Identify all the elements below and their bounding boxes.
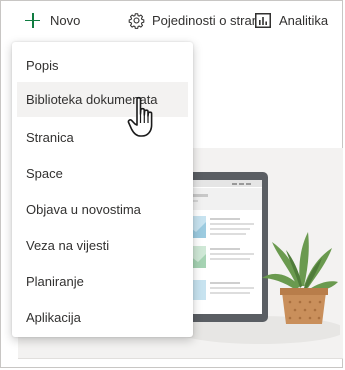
plus-icon — [25, 12, 40, 28]
menu-item-page[interactable]: Stranica — [17, 120, 188, 155]
menu-item-news-post[interactable]: Objava u novostima — [17, 192, 188, 227]
menu-item-label: Planiranje — [26, 274, 84, 289]
analytics-button[interactable]: Analitika — [255, 9, 328, 31]
menu-item-label: Stranica — [26, 130, 74, 145]
menu-item-app[interactable]: Aplikacija — [17, 300, 188, 335]
menu-item-label: Space — [26, 166, 63, 181]
menu-item-label: Aplikacija — [26, 310, 81, 325]
menu-item-label: Objava u novostima — [26, 202, 141, 217]
new-button-label: Novo — [50, 12, 81, 28]
menu-item-news-link[interactable]: Veza na vijesti — [17, 228, 188, 263]
menu-item-label: Veza na vijesti — [26, 238, 110, 253]
content-divider — [18, 358, 343, 359]
menu-item-list[interactable]: Popis — [17, 48, 188, 83]
menu-item-label: Popis — [26, 58, 59, 73]
new-button[interactable]: Novo — [25, 9, 80, 31]
menu-item-planner[interactable]: Planiranje — [17, 264, 188, 299]
command-bar: Novo Pojedinosti o stranici Analitika — [0, 0, 345, 40]
menu-item-space[interactable]: Space — [17, 156, 188, 191]
page-details-label: Pojedinosti o stranici — [152, 12, 272, 28]
new-dropdown-menu: Popis Biblioteka dokumenata Stranica Spa… — [12, 42, 193, 337]
gear-icon — [128, 12, 145, 29]
menu-item-document-library[interactable]: Biblioteka dokumenata — [17, 82, 188, 117]
analytics-icon — [255, 12, 271, 28]
analytics-label: Analitika — [279, 12, 329, 28]
page-details-button[interactable]: Pojedinosti o stranici — [128, 9, 271, 31]
hand-pointer-icon — [127, 96, 153, 137]
